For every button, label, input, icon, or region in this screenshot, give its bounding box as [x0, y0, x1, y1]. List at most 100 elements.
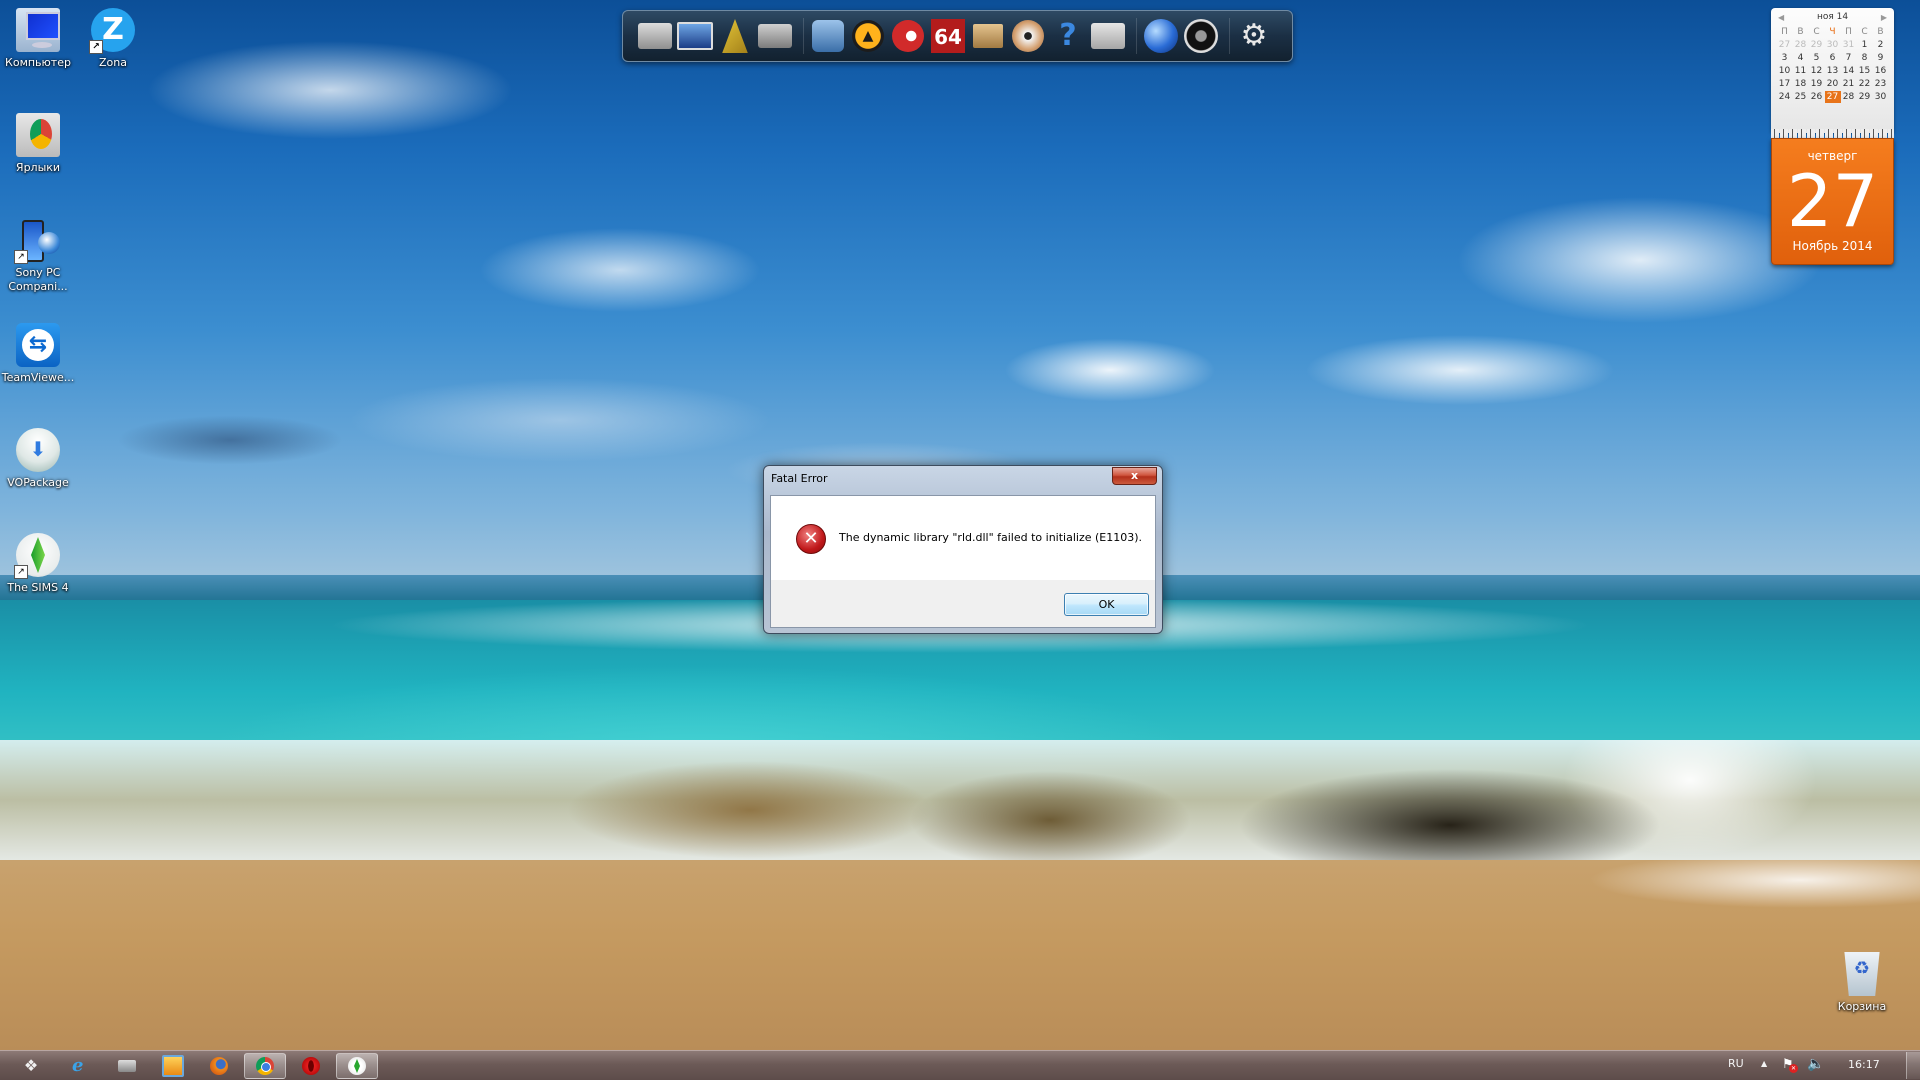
calendar-day[interactable]: 19	[1809, 78, 1825, 90]
close-button[interactable]: x	[1112, 467, 1157, 485]
calendar-prev-button[interactable]: ◀	[1778, 13, 1784, 22]
calendar-day[interactable]: 9	[1873, 52, 1889, 64]
calendar-day[interactable]: 30	[1873, 91, 1889, 103]
calendar-day[interactable]: 16	[1873, 65, 1889, 77]
dock-item-disc-burner[interactable]	[1010, 18, 1046, 54]
camera-folder-icon	[758, 24, 792, 48]
taskbar-file-explorer[interactable]	[106, 1053, 148, 1079]
calendar-day[interactable]: 13	[1825, 65, 1841, 77]
dock-item-camera-folder[interactable]	[757, 18, 793, 54]
dialog-title: Fatal Error	[771, 472, 828, 485]
desktop-icon-sony-pc-companion[interactable]: ↗ Sony PC Compani...	[0, 218, 76, 294]
show-desktop-button[interactable]	[1906, 1052, 1920, 1079]
calendar-day[interactable]: 20	[1825, 78, 1841, 90]
calendar-day[interactable]: 10	[1777, 65, 1793, 77]
dock-item-folder[interactable]	[637, 18, 673, 54]
desktop-icon-computer[interactable]: Компьютер	[0, 8, 76, 70]
calendar-weekday-header: В	[1797, 27, 1804, 37]
dock-item-ccleaner[interactable]	[890, 18, 926, 54]
taskbar-sims4[interactable]	[336, 1053, 378, 1079]
calendar-day[interactable]: 2	[1873, 39, 1889, 51]
calendar-day[interactable]: 12	[1809, 65, 1825, 77]
calendar-day[interactable]: 26	[1809, 91, 1825, 103]
shortcut-arrow-icon: ↗	[14, 565, 28, 579]
dock-item-globe[interactable]	[1143, 18, 1179, 54]
desktop-icon-recycle-bin[interactable]: Корзина	[1824, 952, 1900, 1014]
calendar-next-button[interactable]: ▶	[1881, 13, 1887, 22]
language-indicator[interactable]: RU	[1728, 1057, 1744, 1070]
calendar-day[interactable]: 11	[1793, 65, 1809, 77]
calendar-day[interactable]: 14	[1841, 65, 1857, 77]
dock-item-tools[interactable]	[717, 18, 753, 54]
desktop-icon-label: Zona	[99, 56, 127, 69]
desktop-icon-teamviewer[interactable]: TeamViewe...	[0, 323, 76, 385]
aida64-icon: 64	[931, 19, 965, 53]
taskbar-internet-explorer[interactable]: e	[60, 1053, 102, 1079]
dock-item-help[interactable]: ?	[1050, 18, 1086, 54]
desktop-icon-sims4[interactable]: ↗ The SIMS 4	[0, 533, 76, 595]
ok-button[interactable]: OK	[1064, 593, 1149, 616]
calendar-day[interactable]: 18	[1793, 78, 1809, 90]
calendar-day[interactable]: 1	[1857, 39, 1873, 51]
calendar-day[interactable]: 8	[1857, 52, 1873, 64]
calendar-day[interactable]: 22	[1857, 78, 1873, 90]
system-clock[interactable]: 16:17	[1848, 1058, 1880, 1071]
media-player-icon	[162, 1055, 184, 1077]
calendar-day[interactable]: 28	[1793, 39, 1809, 51]
ccleaner-icon	[892, 20, 924, 52]
calendar-day[interactable]: 29	[1809, 39, 1825, 51]
taskbar-firefox[interactable]	[198, 1053, 240, 1079]
calendar-day[interactable]: 6	[1825, 52, 1841, 64]
chrome-icon	[256, 1057, 274, 1075]
dock-item-computer[interactable]	[677, 18, 713, 54]
calendar-day[interactable]: 24	[1777, 91, 1793, 103]
calendar-gadget[interactable]: ◀ ноя 14 ▶ П В С Ч П С В 27 28 29 30 31 1 2 3 4 5 6 7 8 9 10 1…	[1771, 8, 1894, 265]
calendar-day[interactable]: 15	[1857, 65, 1873, 77]
calendar-day[interactable]: 27	[1777, 39, 1793, 51]
calendar-day[interactable]: 25	[1793, 91, 1809, 103]
zona-icon: Z ↗	[89, 8, 135, 54]
dialog-body: ✕ The dynamic library "rld.dll" failed t…	[770, 495, 1156, 628]
calendar-day[interactable]: 3	[1777, 52, 1793, 64]
taskbar-opera[interactable]	[290, 1053, 332, 1079]
dock-item-settings[interactable]: ⚙	[1236, 18, 1272, 54]
dock-item-package[interactable]	[970, 18, 1006, 54]
calendar-weekday-header: В	[1877, 27, 1884, 37]
calendar-day[interactable]: 23	[1873, 78, 1889, 90]
start-button[interactable]: ❖	[18, 1055, 44, 1077]
calendar-day-selected[interactable]: 27	[1824, 91, 1841, 103]
taskbar-chrome[interactable]	[244, 1053, 286, 1079]
desktop-icon-shortcuts[interactable]: Ярлыки	[0, 113, 76, 175]
calendar-day[interactable]: 7	[1841, 52, 1857, 64]
volume-icon[interactable]: 🔈	[1807, 1056, 1824, 1072]
globe-network-icon	[1144, 19, 1178, 53]
fatal-error-dialog: Fatal Error x ✕ The dynamic library "rld…	[763, 465, 1163, 634]
action-center-flag-icon[interactable]: ⚑	[1782, 1057, 1798, 1073]
taskbar-media-player[interactable]	[152, 1053, 194, 1079]
dock-item-video-player[interactable]	[810, 18, 846, 54]
calendar-day[interactable]: 30	[1825, 39, 1841, 51]
calendar-month-view: ◀ ноя 14 ▶ П В С Ч П С В 27 28 29 30 31 1 2 3 4 5 6 7 8 9 10 1…	[1771, 8, 1894, 133]
dock-item-documents[interactable]	[1090, 18, 1126, 54]
show-hidden-icons-button[interactable]: ▲	[1761, 1059, 1767, 1068]
desktop-icon-vopackage[interactable]: VOPackage	[0, 428, 76, 490]
calendar-day[interactable]: 5	[1809, 52, 1825, 64]
folder-icon	[638, 23, 672, 49]
firefox-icon	[210, 1057, 228, 1075]
calendar-day[interactable]: 31	[1841, 39, 1857, 51]
computer-icon	[16, 8, 60, 52]
calendar-day[interactable]: 28	[1841, 91, 1857, 103]
disc-burner-icon	[1012, 20, 1044, 52]
package-box-icon	[973, 24, 1003, 48]
dock-item-speaker[interactable]	[1183, 18, 1219, 54]
desktop-icon-zona[interactable]: Z ↗ Zona	[75, 8, 151, 70]
calendar-month-label: ноя 14	[1816, 12, 1849, 22]
calendar-header: ◀ ноя 14 ▶	[1771, 8, 1894, 26]
calendar-day[interactable]: 17	[1777, 78, 1793, 90]
dock-item-aida64[interactable]: 64	[930, 18, 966, 54]
calendar-day[interactable]: 21	[1841, 78, 1857, 90]
tools-icon	[722, 19, 748, 53]
calendar-day[interactable]: 29	[1857, 91, 1873, 103]
dock-item-aimp[interactable]: ▲	[850, 18, 886, 54]
calendar-day[interactable]: 4	[1793, 52, 1809, 64]
